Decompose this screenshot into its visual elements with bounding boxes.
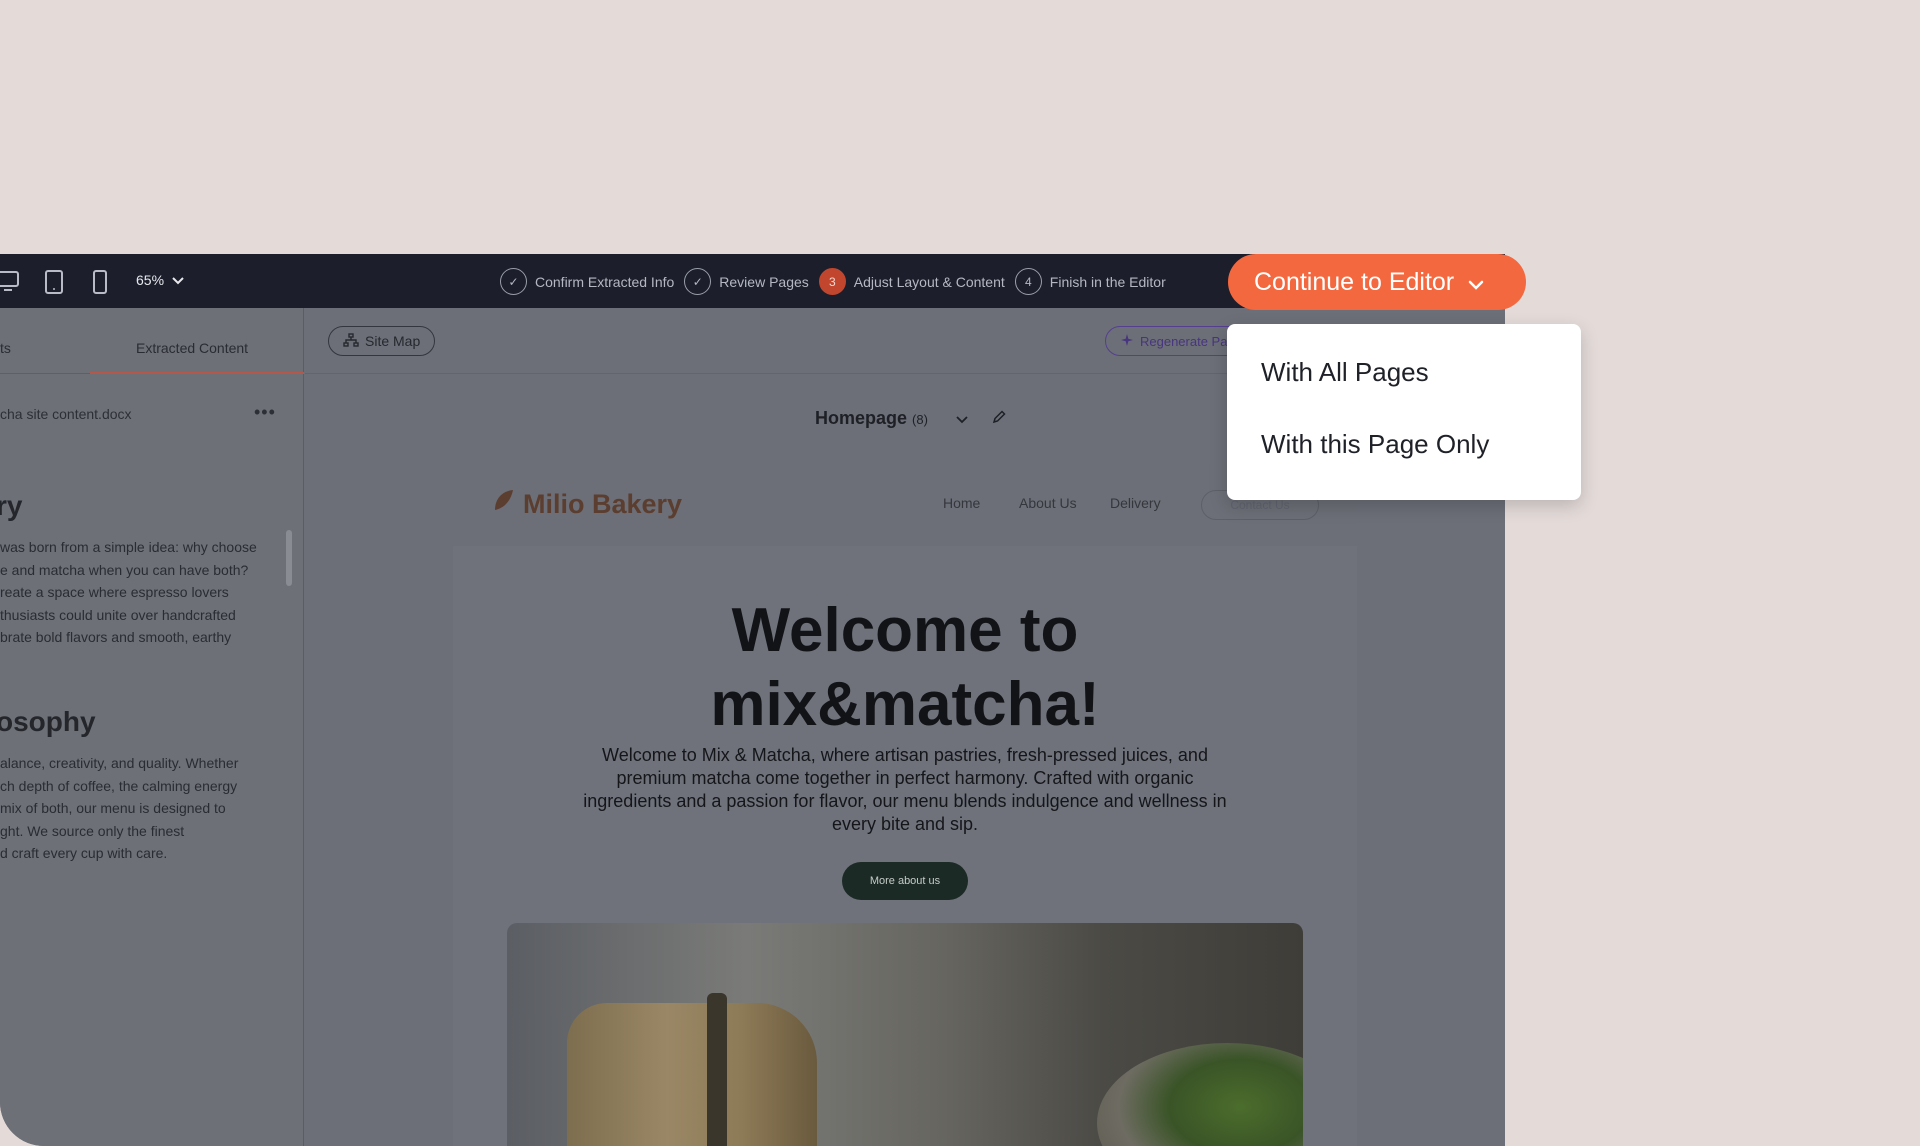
step-label: Finish in the Editor <box>1049 273 1166 290</box>
check-icon: ✓ <box>500 268 527 295</box>
cta-label: Continue to Editor <box>1254 267 1455 296</box>
nav-link-home[interactable]: Home <box>943 495 980 511</box>
continue-to-editor-button[interactable]: Continue to Editor <box>1228 254 1526 310</box>
hero-title-line: mix&matcha! <box>710 670 1100 739</box>
section-heading: ry <box>0 490 23 521</box>
zoom-select[interactable]: 65% <box>136 272 184 288</box>
paragraph-line: brate bold flavors and smooth, earthy <box>0 629 232 645</box>
chevron-down-icon <box>1468 268 1484 297</box>
nav-link-delivery[interactable]: Delivery <box>1110 495 1161 511</box>
chevron-down-icon[interactable] <box>956 408 968 429</box>
page-name: Homepage (8) <box>815 408 928 429</box>
paragraph-line: e and matcha when you can have both? <box>0 561 249 578</box>
step-review-pages[interactable]: ✓ Review Pages <box>684 268 809 295</box>
page-selector[interactable]: Homepage (8) <box>815 408 1006 429</box>
site-map-button[interactable]: Site Map <box>328 326 436 356</box>
brand-logo: Milio Bakery <box>491 488 682 521</box>
continue-options-menu: With All Pages With this Page Only <box>1227 324 1581 500</box>
hero-image <box>507 923 1303 1146</box>
regenerate-page-button[interactable]: Regenerate Page <box>1105 326 1245 356</box>
paragraph-line: ch depth of coffee, the calming energy <box>0 777 238 794</box>
file-name: cha site content.docx <box>0 406 132 422</box>
brand-name: Milio Bakery <box>523 489 683 519</box>
left-panel: ts Extracted Content cha site content.do… <box>0 308 304 1146</box>
site-map-label: Site Map <box>365 333 421 349</box>
paragraph-line: was born from a simple idea: why choose <box>0 539 257 555</box>
zoom-value: 65% <box>136 272 165 288</box>
preview-header: Milio Bakery Home About Us Delivery Cont… <box>453 462 1357 546</box>
step-label: Confirm Extracted Info <box>535 273 675 290</box>
matcha-whisk-shape <box>567 1003 817 1146</box>
paragraph-line: reate a space where espresso lovers <box>0 584 229 600</box>
app-frame: 65% ✓ Confirm Extracted Info ✓ Review Pa… <box>0 0 1920 1146</box>
sparkle-icon <box>1120 333 1134 350</box>
more-options-icon[interactable]: ••• <box>254 402 276 423</box>
hero-title: Welcome to mix&matcha! <box>453 594 1357 742</box>
step-adjust-layout[interactable]: 3 Adjust Layout & Content <box>818 268 1005 295</box>
more-about-us-button[interactable]: More about us <box>842 862 968 900</box>
step-number-badge: 3 <box>818 268 846 295</box>
paragraph-line: ght. We source only the finest <box>0 822 185 839</box>
check-icon: ✓ <box>684 268 712 295</box>
tablet-view-icon[interactable] <box>44 270 64 299</box>
leaf-icon <box>491 488 515 521</box>
paragraph-line: d craft every cup with care. <box>0 845 168 861</box>
tab-extracted-content[interactable]: Extracted Content <box>136 340 248 356</box>
paragraph-line: alance, creativity, and quality. Whether <box>0 755 239 771</box>
menu-item-all-pages[interactable]: With All Pages <box>1261 357 1429 388</box>
paragraph-line: thusiasts could unite over handcrafted <box>0 606 236 623</box>
progress-steps: ✓ Confirm Extracted Info ✓ Review Pages … <box>500 268 1166 295</box>
step-confirm-extracted-info[interactable]: ✓ Confirm Extracted Info <box>500 268 674 295</box>
step-finish-in-editor[interactable]: 4 Finish in the Editor <box>1014 268 1166 295</box>
mobile-view-icon[interactable] <box>92 270 108 299</box>
section-paragraph: alance, creativity, and quality. Whether… <box>0 752 290 865</box>
section-paragraph: was born from a simple idea: why choose … <box>0 536 290 649</box>
tab-assets[interactable]: ts <box>0 340 11 356</box>
active-tab-indicator <box>90 372 304 374</box>
hero-description: Welcome to Mix & Matcha, where artisan p… <box>583 745 1227 834</box>
hero-title-line: Welcome to <box>731 596 1079 665</box>
paragraph-line: mix of both, our menu is designed to <box>0 800 226 816</box>
chevron-down-icon <box>172 272 184 288</box>
nav-link-about[interactable]: About Us <box>1019 495 1077 511</box>
section-heading: osophy <box>0 706 96 737</box>
step-number-badge: 4 <box>1014 268 1042 295</box>
panel-tabs: ts Extracted Content <box>0 308 304 374</box>
sitemap-icon <box>343 332 359 350</box>
desktop-view-icon[interactable] <box>0 270 22 297</box>
page-title: Homepage <box>815 408 908 428</box>
pencil-icon[interactable] <box>992 408 1006 429</box>
menu-item-this-page-only[interactable]: With this Page Only <box>1261 429 1489 460</box>
matcha-bowl-shape <box>1097 1043 1303 1146</box>
whisk-band-shape <box>707 993 727 1146</box>
page-count: (8) <box>912 412 928 427</box>
step-label: Review Pages <box>719 273 809 290</box>
step-label: Adjust Layout & Content <box>853 273 1005 290</box>
page-preview[interactable]: Milio Bakery Home About Us Delivery Cont… <box>453 462 1357 1146</box>
